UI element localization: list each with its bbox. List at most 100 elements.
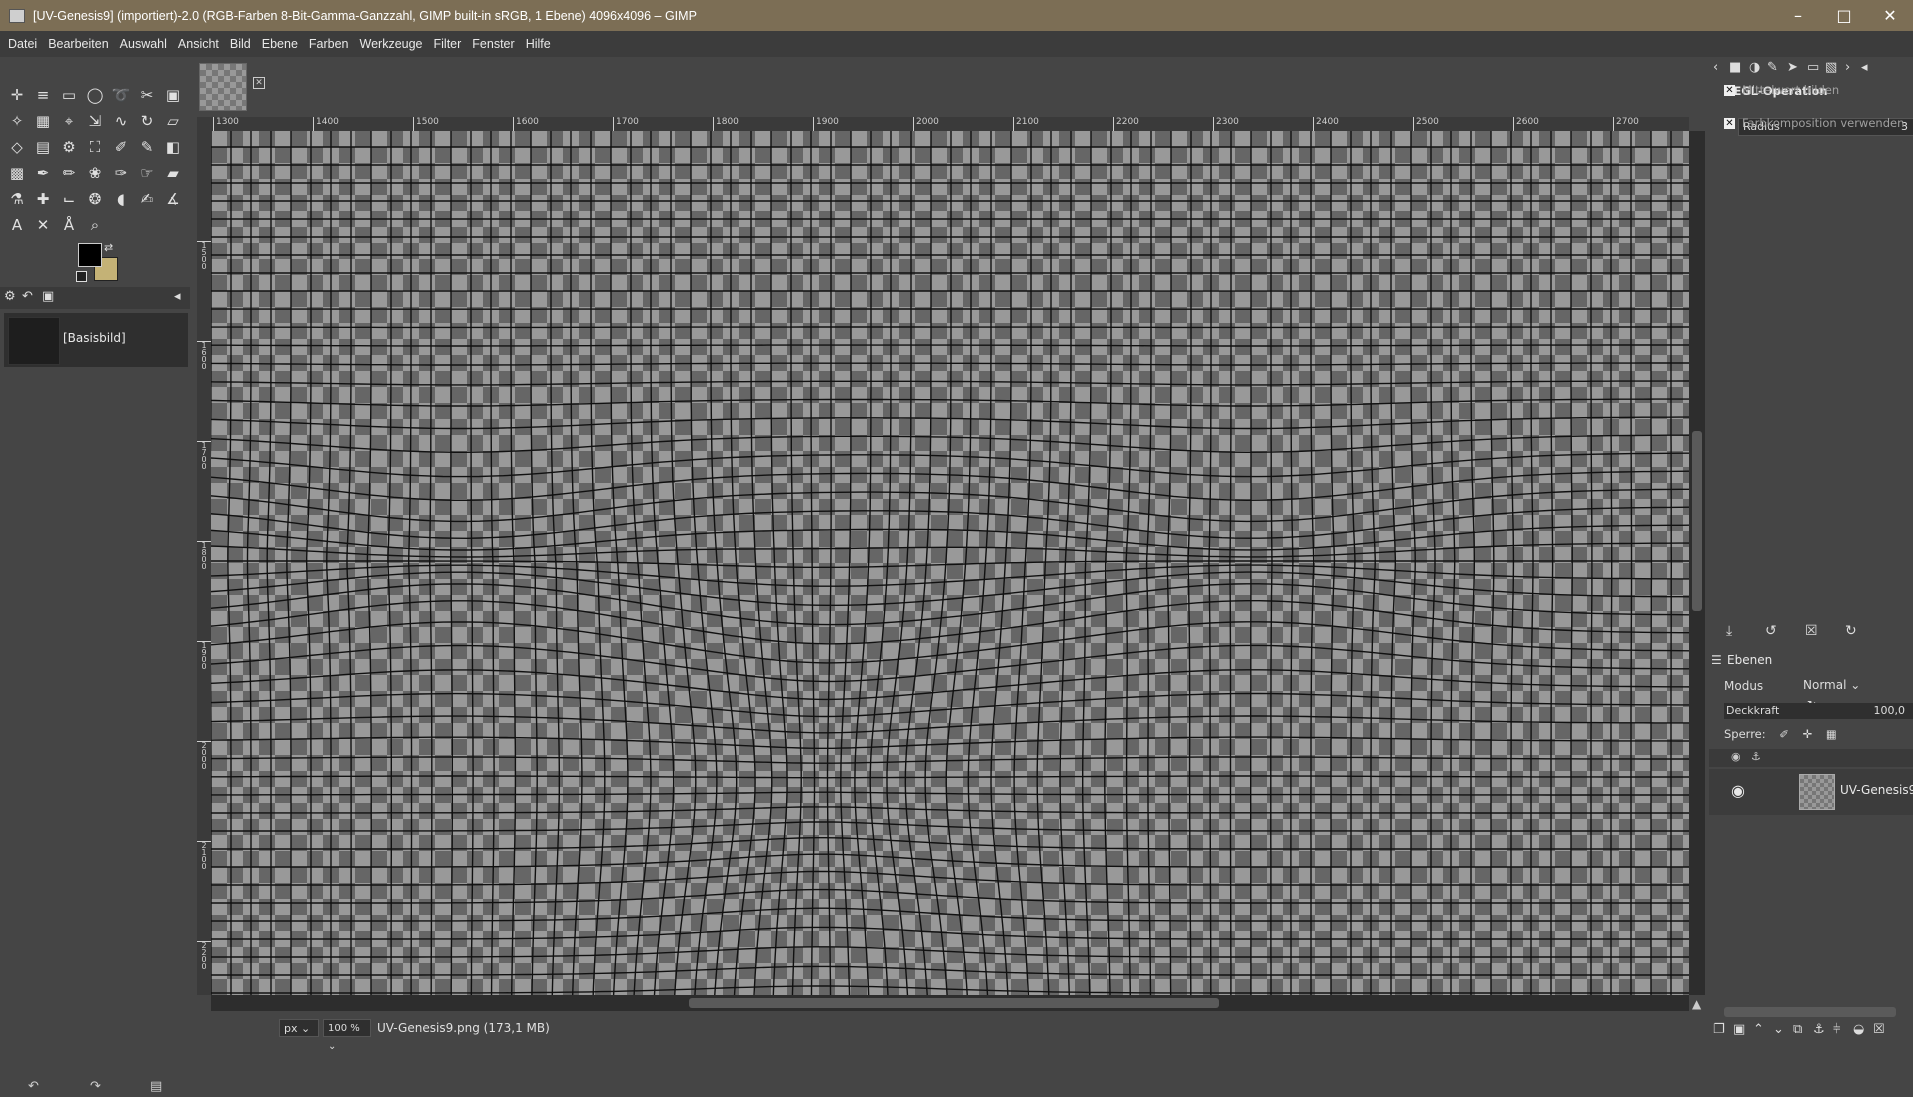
move-tool-icon[interactable]: ✛ [4,82,30,108]
farbkomposition-checkbox[interactable]: ✕ [1724,117,1735,129]
zoom-tool-icon[interactable]: ⌕ [82,212,108,238]
shear-tool-icon[interactable]: ▱ [160,108,186,134]
foreground-select-tool-icon[interactable]: ▣ [160,82,186,108]
image-list-item-label[interactable]: [Basisbild] [63,331,126,345]
foreground-color-swatch[interactable] [78,243,102,267]
brush-tab-icon[interactable]: ■ [1729,60,1741,75]
farbkomposition-checkbox-row[interactable]: ✕ Farbkomposition verwenden [1724,116,1904,130]
delete-preset-icon[interactable]: ☒ [1805,623,1818,639]
align-tool-icon[interactable]: ≡ [30,82,56,108]
delete-layer-icon[interactable]: ☒ [1873,1022,1885,1037]
color-picker-tool-icon[interactable]: ✍ [134,186,160,212]
perspective-clone-tool-icon[interactable]: ⌙ [56,186,82,212]
fuzzy-text-tool-icon[interactable]: Å [56,212,82,238]
new-layer-icon[interactable]: ❐ [1713,1022,1725,1037]
raise-layer-icon[interactable]: ⌃ [1753,1022,1764,1037]
mypaint-brush-tool-icon[interactable]: ▩ [4,160,30,186]
dock-menu-icon[interactable]: ◂ [1861,60,1868,75]
clone-tool-icon[interactable]: ⚗ [4,186,30,212]
rotate-tool-icon[interactable]: ↻ [134,108,160,134]
anchor-layer-icon[interactable]: ⚓ [1813,1022,1825,1037]
menu-ansicht[interactable]: Ansicht [178,37,219,51]
paintbrush-tool-icon[interactable]: ✒ [30,160,56,186]
document-tab-icon[interactable]: ▭ [1807,60,1819,75]
text-path-tool-icon[interactable]: ✎ [134,134,160,160]
layer-row[interactable]: ◉ UV-Genesis9 [1709,769,1913,815]
restore-icon[interactable]: ↺ [1765,623,1777,639]
menu-auswahl[interactable]: Auswahl [120,37,167,51]
rect-select-tool-icon[interactable]: ▭ [56,82,82,108]
clear-history-icon[interactable]: ▤ [150,1079,162,1094]
tab-menu-icon[interactable]: ◂ [174,289,181,304]
vertical-scroll-thumb[interactable] [1692,431,1702,611]
lock-pixels-icon[interactable]: ✐ [1779,727,1789,741]
menu-hilfe[interactable]: Hilfe [526,37,551,51]
bucket-fill-tool-icon[interactable]: ⛶ [82,134,108,160]
vertical-ruler[interactable]: 1 5 0 0 1 6 0 0 1 7 0 0 1 8 0 0 1 9 0 0 2 0 0… [197,131,211,995]
smudge-tool-icon[interactable]: ☞ [134,160,160,186]
chevron-left-icon[interactable]: ‹ [1713,60,1718,75]
crop-tool-icon[interactable]: ⌖ [56,108,82,134]
chevron-right-icon[interactable]: › [1845,60,1850,75]
vertical-scrollbar[interactable] [1689,131,1705,995]
reset-colors-icon[interactable] [76,271,87,282]
ruler-corner[interactable] [197,117,211,131]
blur-tool-icon[interactable]: ❂ [82,186,108,212]
image-thumbnail[interactable] [8,317,60,365]
layers-scrollbar[interactable] [1724,1007,1896,1017]
save-preset-icon[interactable]: ⤓ [1726,623,1732,639]
menu-datei[interactable]: Datei [8,37,37,51]
horizontal-scrollbar[interactable] [211,995,1689,1011]
opacity-slider[interactable]: Deckkraft 100,0 [1724,703,1913,719]
menu-bild[interactable]: Bild [230,37,251,51]
navigate-icon[interactable]: ▲ [1692,997,1701,1011]
duplicate-layer-icon[interactable]: ⧉ [1793,1022,1802,1037]
redo-icon[interactable]: ↷ [90,1079,101,1094]
unit-selector[interactable]: px ⌄ [279,1019,319,1037]
close-icon[interactable]: ✕ [1867,0,1913,31]
lasso-tool-icon[interactable]: ➰ [108,82,134,108]
eyedropper-tool-icon[interactable]: ✕ [30,212,56,238]
close-image-icon[interactable]: ✕ [253,77,265,89]
menu-bearbeiten[interactable]: Bearbeiten [48,37,108,51]
pencil-tool-icon[interactable]: ✏ [56,160,82,186]
lower-layer-icon[interactable]: ⌄ [1773,1022,1784,1037]
mode-select[interactable]: Normal ⌄ ↻⌄ [1803,675,1886,712]
minimize-icon[interactable]: – [1775,0,1821,31]
menu-ebene[interactable]: Ebene [262,37,298,51]
horizontal-ruler[interactable]: 1300 1400 1500 1600 1700 1800 1900 2000 2100 2200… [211,117,1689,131]
lock-alpha-icon[interactable]: ▦ [1826,727,1837,741]
tool-options-tab-icon[interactable]: ⚙ [4,289,16,304]
menu-filter[interactable]: Filter [434,37,462,51]
image-tab-thumbnail[interactable] [199,63,247,111]
pattern-tab-icon[interactable]: ◑ [1749,60,1760,75]
undo-history-tab-icon[interactable]: ↶ [22,289,33,304]
new-group-icon[interactable]: ▣ [1733,1022,1745,1037]
template-tab-icon[interactable]: ▧ [1825,60,1837,75]
mittelwert-checkbox-row[interactable]: ✕ Mittelwert bilden [1724,83,1839,97]
ellipse-select-tool-icon[interactable]: ◯ [82,82,108,108]
horizontal-scroll-thumb[interactable] [689,998,1219,1008]
layers-tab[interactable]: ☰ Ebenen [1711,650,1913,672]
cage-transform-tool-icon[interactable]: ◇ [4,134,30,160]
dodge-burn-tool-icon[interactable]: ◖ [108,186,134,212]
image-canvas[interactable] [211,131,1689,995]
paint-tab-icon[interactable]: ✎ [1767,60,1778,75]
text-tool-icon[interactable]: A [4,212,30,238]
pointer-tab-icon[interactable]: ➤ [1787,60,1798,75]
reset-icon[interactable]: ↻ [1845,623,1857,639]
mask-layer-icon[interactable]: ◒ [1853,1022,1864,1037]
eraser-tool-icon[interactable]: ▰ [160,160,186,186]
maximize-icon[interactable]: □ [1821,0,1867,31]
paths-tool-icon[interactable]: ✐ [108,134,134,160]
measure-tool-icon[interactable]: ∡ [160,186,186,212]
menu-farben[interactable]: Farben [309,37,349,51]
fuzzy-select-tool-icon[interactable]: ✧ [4,108,30,134]
zoom-selector[interactable]: 100 % ⌄ [323,1019,371,1052]
mittelwert-checkbox[interactable]: ✕ [1724,84,1735,96]
seamless-clone-tool-icon[interactable]: ▤ [30,134,56,160]
undo-icon[interactable]: ↶ [28,1079,39,1094]
airbrush-tool-icon[interactable]: ❀ [82,160,108,186]
gradient-tool-icon[interactable]: ◧ [160,134,186,160]
heal-tool-icon[interactable]: ✚ [30,186,56,212]
